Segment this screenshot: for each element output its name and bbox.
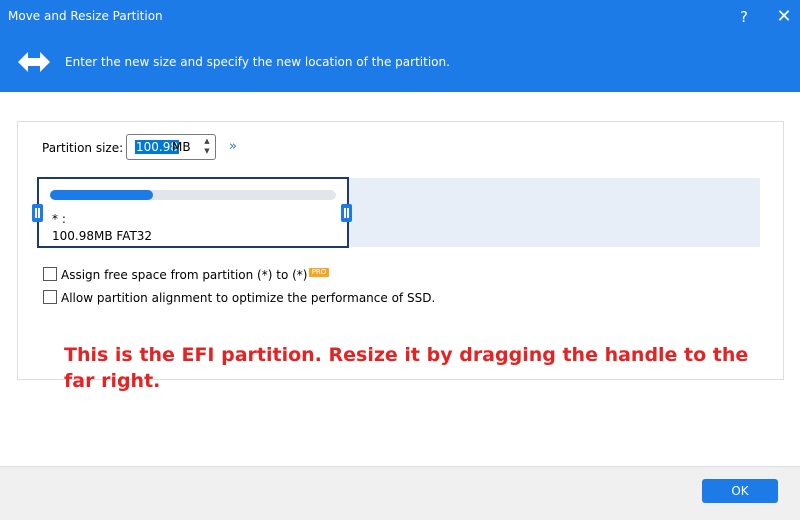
instruction-note: This is the EFI partition. Resize it by … <box>64 344 749 392</box>
ok-button[interactable]: OK <box>702 479 778 503</box>
expand-icon[interactable]: » <box>229 139 237 154</box>
left-resize-handle[interactable] <box>32 204 43 222</box>
footer-divider <box>0 466 800 467</box>
ssd-alignment-checkbox[interactable] <box>43 290 57 304</box>
partition-size-unit: MB <box>172 140 191 154</box>
assign-free-space-checkbox[interactable] <box>43 267 57 281</box>
assign-free-space-label[interactable]: Assign free space from partition (*) to … <box>61 268 307 282</box>
partition-size-label: Partition size: <box>42 141 124 155</box>
window-title: Move and Resize Partition <box>8 9 163 23</box>
usage-bar-fill <box>50 190 153 200</box>
partition-name: * : <box>52 212 66 226</box>
partition-info: 100.98MB FAT32 <box>52 229 153 243</box>
banner-text: Enter the new size and specify the new l… <box>65 55 450 69</box>
usage-bar <box>50 190 336 200</box>
partition-size-input[interactable]: 100.98 MB ▲ ▼ <box>126 134 216 160</box>
close-button[interactable]: ✕ <box>773 6 795 28</box>
ssd-alignment-label[interactable]: Allow partition alignment to optimize th… <box>61 291 435 305</box>
spin-down-icon[interactable]: ▼ <box>202 146 212 156</box>
title-bar: Move and Resize Partition ? ✕ <box>0 0 800 34</box>
help-button[interactable]: ? <box>733 6 755 28</box>
free-space-track[interactable] <box>347 178 760 247</box>
pro-badge: PRO <box>309 268 329 277</box>
resize-arrows-icon <box>18 52 50 72</box>
right-resize-handle[interactable] <box>341 204 352 222</box>
spin-up-icon[interactable]: ▲ <box>202 136 212 146</box>
header-banner: Enter the new size and specify the new l… <box>0 34 800 92</box>
